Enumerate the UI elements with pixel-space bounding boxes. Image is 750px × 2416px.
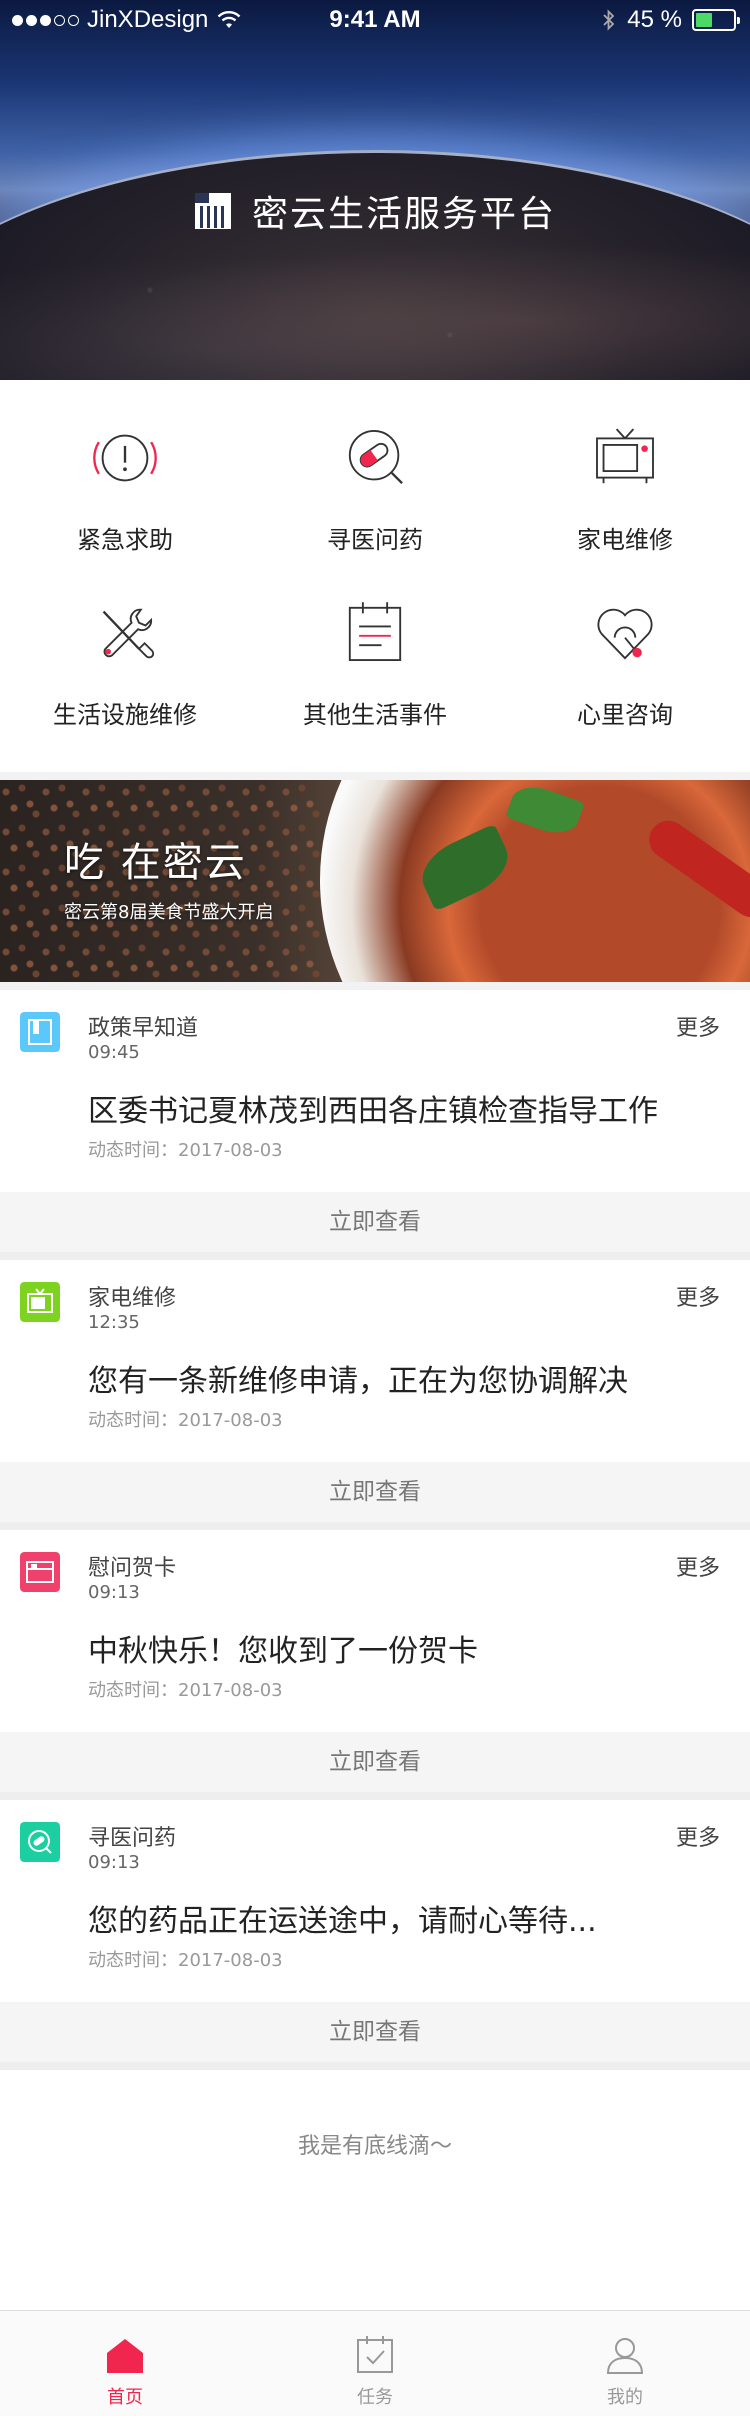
service-label: 紧急求助 [77, 526, 173, 554]
service-label: 生活设施维修 [53, 701, 197, 729]
service-emergency[interactable]: 紧急求助 [0, 380, 250, 555]
food-festival-banner[interactable]: 吃 在密云 密云第8届美食节盛大开启 [0, 780, 750, 982]
feed-card: 寻医问药 09:13 更多 您的药品正在运送途中，请耐心等待... 动态时间：2… [0, 1800, 750, 2070]
hero-banner: JinXDesign 9:41 AM 45 % 密云生活服务平台 [0, 0, 750, 380]
tab-bar: 首页 任务 我的 [0, 2310, 750, 2416]
status-right: 45 % [601, 6, 740, 34]
medicine-icon [20, 1822, 60, 1862]
news-feed: 政策早知道 09:45 更多 区委书记夏林茂到西田各庄镇检查指导工作 动态时间：… [0, 990, 750, 2070]
feed-category: 慰问贺卡 [88, 1556, 177, 1581]
banner-title: 吃 在密云 [64, 840, 247, 886]
service-other-events[interactable]: 其他生活事件 [250, 555, 500, 730]
view-now-button[interactable]: 立即查看 [0, 2002, 750, 2062]
feed-time: 09:13 [88, 1852, 140, 1873]
feed-date: 动态时间：2017-08-03 [88, 1140, 283, 1161]
pill-icon [348, 430, 403, 485]
tab-tasks[interactable]: 任务 [250, 2311, 500, 2416]
more-link[interactable]: 更多 [676, 1010, 720, 1042]
card-divider [0, 1522, 750, 1530]
battery-level [696, 13, 713, 27]
tab-label: 我的 [607, 2387, 643, 2408]
alert-icon [93, 434, 157, 482]
card-divider [0, 1252, 750, 1260]
feed-time: 12:35 [88, 1312, 140, 1333]
tools-icon [102, 608, 155, 659]
more-link[interactable]: 更多 [676, 1820, 720, 1852]
section-divider [0, 772, 750, 780]
feed-card: 家电维修 12:35 更多 您有一条新维修申请，正在为您协调解决 动态时间：20… [0, 1260, 750, 1530]
feed-time: 09:45 [88, 1042, 140, 1063]
more-link[interactable]: 更多 [676, 1550, 720, 1582]
tab-profile[interactable]: 我的 [500, 2311, 750, 2416]
service-label: 寻医问药 [327, 526, 423, 554]
hero-title: 密云生活服务平台 [0, 185, 750, 237]
section-divider [0, 982, 750, 990]
feed-headline[interactable]: 中秋快乐！您收到了一份贺卡 [88, 1626, 478, 1670]
feed-headline[interactable]: 您有一条新维修申请，正在为您协调解决 [88, 1356, 628, 1400]
card-divider [0, 2062, 750, 2070]
status-bar: JinXDesign 9:41 AM 45 % [0, 0, 750, 40]
repair-icon [20, 1282, 60, 1322]
service-label: 其他生活事件 [303, 701, 447, 729]
tv-icon [596, 428, 654, 484]
feed-date: 动态时间：2017-08-03 [88, 1950, 283, 1971]
bluetooth-icon [603, 9, 615, 31]
service-counseling[interactable]: 心里咨询 [500, 555, 750, 730]
feed-headline[interactable]: 区委书记夏林茂到西田各庄镇检查指导工作 [88, 1086, 658, 1130]
service-label: 心里咨询 [577, 701, 673, 729]
calendar-icon [348, 602, 402, 662]
logo-icon [194, 193, 231, 229]
feed-card: 慰问贺卡 09:13 更多 中秋快乐！您收到了一份贺卡 动态时间：2017-08… [0, 1530, 750, 1800]
heart-phone-icon [597, 608, 653, 660]
battery-percent: 45 % [627, 6, 682, 33]
tab-label: 任务 [357, 2387, 393, 2408]
battery-icon [692, 9, 740, 31]
feed-category: 家电维修 [88, 1286, 177, 1311]
feed-date: 动态时间：2017-08-03 [88, 1680, 283, 1701]
view-now-button[interactable]: 立即查看 [0, 1732, 750, 1792]
card-divider [0, 1792, 750, 1800]
feed-date: 动态时间：2017-08-03 [88, 1410, 283, 1431]
tab-home[interactable]: 首页 [0, 2311, 250, 2416]
view-now-button[interactable]: 立即查看 [0, 1192, 750, 1252]
feed-category: 寻医问药 [88, 1826, 177, 1851]
service-medicine[interactable]: 寻医问药 [250, 380, 500, 555]
service-grid: 紧急求助 寻医问药 家电维修 生活设施维修 其他生活事件 心里咨询 [0, 380, 750, 772]
feed-card: 政策早知道 09:45 更多 区委书记夏林茂到西田各庄镇检查指导工作 动态时间：… [0, 990, 750, 1260]
feed-headline[interactable]: 您的药品正在运送途中，请耐心等待... [88, 1896, 597, 1940]
feed-category: 政策早知道 [88, 1016, 199, 1041]
tab-label: 首页 [107, 2387, 143, 2408]
card-icon [20, 1552, 60, 1592]
banner-subtitle: 密云第8届美食节盛大开启 [64, 902, 274, 923]
platform-name: 密云生活服务平台 [251, 194, 556, 235]
service-appliance-repair[interactable]: 家电维修 [500, 380, 750, 555]
more-link[interactable]: 更多 [676, 1280, 720, 1312]
feed-time: 09:13 [88, 1582, 140, 1603]
end-of-list-note: 我是有底线滴～ [297, 2134, 452, 2159]
service-facility-repair[interactable]: 生活设施维修 [0, 555, 250, 730]
service-label: 家电维修 [577, 526, 673, 554]
policy-icon [20, 1012, 60, 1052]
view-now-button[interactable]: 立即查看 [0, 1462, 750, 1522]
profile-icon [606, 2338, 644, 2374]
home-icon [107, 2339, 143, 2373]
hero-texture [0, 230, 750, 380]
task-icon [357, 2336, 393, 2373]
